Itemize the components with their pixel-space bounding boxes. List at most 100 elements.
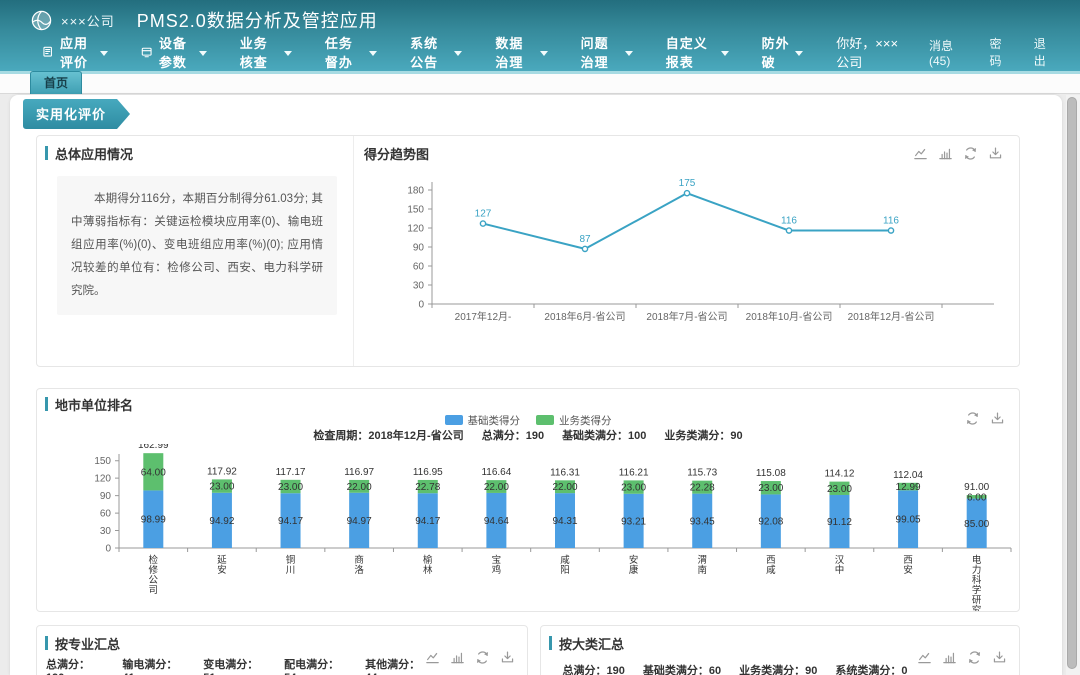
app-header: ×××公司 PMS2.0数据分析及管控应用 应用评价设备参数业务核查任务督办系统… xyxy=(0,0,1080,74)
messages-link[interactable]: 消息(45) xyxy=(929,37,963,68)
svg-text:6.00: 6.00 xyxy=(967,492,987,503)
nav-item-app-evaluation[interactable]: 应用评价 xyxy=(42,33,108,71)
svg-text:92.08: 92.08 xyxy=(758,517,783,528)
legend-swatch xyxy=(536,415,554,425)
svg-text:22.28: 22.28 xyxy=(690,483,715,494)
password-link[interactable]: 密码 xyxy=(989,35,1007,69)
svg-text:116.31: 116.31 xyxy=(550,467,580,478)
trend-line-chart[interactable]: 03060901201501801272017年12月-872018年6月-省公… xyxy=(354,168,1014,336)
download-icon[interactable] xyxy=(990,411,1005,426)
bar-chart-icon[interactable] xyxy=(938,146,953,161)
svg-text:94.92: 94.92 xyxy=(209,516,234,527)
tab-bar: 首页 xyxy=(0,74,1080,94)
svg-text:2018年7月-省公司: 2018年7月-省公司 xyxy=(646,310,727,323)
ranking-toolbar xyxy=(965,411,1005,426)
chevron-down-icon xyxy=(454,51,462,56)
svg-text:22.00: 22.00 xyxy=(552,482,577,493)
svg-text:116.21: 116.21 xyxy=(619,467,649,478)
panel-city-ranking: 地市单位排名 基础类得分业务类得分 检查周期：2018年12月-省公司总满分：1… xyxy=(36,388,1020,612)
svg-text:64.00: 64.00 xyxy=(141,467,166,478)
ranking-subtitle: 检查周期：2018年12月-省公司总满分：190基础类满分：100业务类满分：9… xyxy=(37,427,1019,442)
nav-item-device-params[interactable]: 设备参数 xyxy=(141,33,207,71)
overview-title: 总体应用情况 xyxy=(55,144,133,163)
logout-link[interactable]: 退出 xyxy=(1034,35,1052,69)
section-badge: 实用化评价 xyxy=(23,99,130,129)
legend-item[interactable]: 基础类得分 xyxy=(445,413,521,428)
scrollbar-thumb[interactable] xyxy=(1067,97,1077,669)
legend-item[interactable]: 业务类得分 xyxy=(536,413,612,428)
svg-text:116: 116 xyxy=(883,216,899,227)
nav-item-system-notice[interactable]: 系统公告 xyxy=(410,33,462,71)
svg-text:咸阳: 咸阳 xyxy=(560,554,570,576)
svg-text:94.64: 94.64 xyxy=(484,516,509,527)
svg-text:榆林: 榆林 xyxy=(423,554,433,576)
ranking-stacked-bar-chart[interactable]: 0306090120150162.9964.0098.99检修公司117.922… xyxy=(37,444,1019,612)
line-chart-icon[interactable] xyxy=(917,650,932,665)
svg-text:98.99: 98.99 xyxy=(141,515,166,526)
nav-item-data-governance[interactable]: 数据治理 xyxy=(495,33,547,71)
legend-swatch xyxy=(445,415,463,425)
svg-text:2018年6月-省公司: 2018年6月-省公司 xyxy=(544,310,625,323)
bar-chart-icon[interactable] xyxy=(450,650,465,665)
svg-text:91.12: 91.12 xyxy=(827,517,852,528)
refresh-icon[interactable] xyxy=(967,650,982,665)
svg-text:30: 30 xyxy=(413,281,425,292)
svg-text:60: 60 xyxy=(100,509,112,520)
bar-chart-icon[interactable] xyxy=(942,650,957,665)
nav-item-anti-external-damage[interactable]: 防外破 xyxy=(762,33,804,71)
stat-pair: 基础类满分：100 xyxy=(562,427,646,443)
svg-text:120: 120 xyxy=(407,224,424,235)
svg-text:116.95: 116.95 xyxy=(413,467,443,478)
by-category-toolbar xyxy=(917,650,1007,665)
tab-home[interactable]: 首页 xyxy=(30,71,82,94)
svg-text:西咸: 西咸 xyxy=(766,555,776,576)
download-icon[interactable] xyxy=(988,146,1003,161)
refresh-icon[interactable] xyxy=(965,411,980,426)
trend-toolbar xyxy=(913,146,1003,161)
nav-item-task-supervision[interactable]: 任务督办 xyxy=(325,33,377,71)
chevron-down-icon xyxy=(540,51,548,56)
chevron-down-icon xyxy=(795,51,803,56)
nav-item-business-check[interactable]: 业务核查 xyxy=(240,33,292,71)
main-nav: 应用评价设备参数业务核查任务督办系统公告数据治理问题治理自定义报表防外破 你好，… xyxy=(0,36,1080,68)
svg-text:22.00: 22.00 xyxy=(347,482,372,493)
stat-pair: 业务类满分：90 xyxy=(664,427,742,443)
svg-text:0: 0 xyxy=(105,544,111,555)
stat-pair: 输电满分：41 xyxy=(122,656,185,675)
svg-text:175: 175 xyxy=(679,178,696,189)
user-greeting: 你好，×××公司 xyxy=(836,33,903,71)
svg-text:2018年12月-省公司: 2018年12月-省公司 xyxy=(848,310,935,323)
chevron-down-icon xyxy=(199,51,207,56)
chevron-down-icon xyxy=(625,51,633,56)
chevron-down-icon xyxy=(100,51,108,56)
by-category-title: 按大类汇总 xyxy=(559,634,624,653)
svg-text:99.05: 99.05 xyxy=(896,515,921,526)
svg-text:117.92: 117.92 xyxy=(207,466,237,477)
svg-text:延安: 延安 xyxy=(217,554,227,576)
svg-text:23.00: 23.00 xyxy=(209,482,234,493)
svg-text:23.00: 23.00 xyxy=(621,483,646,494)
device-icon xyxy=(141,46,154,59)
company-name: ×××公司 xyxy=(61,11,115,30)
nav-item-problem-governance[interactable]: 问题治理 xyxy=(581,33,633,71)
svg-text:铜川: 铜川 xyxy=(286,554,296,576)
download-icon[interactable] xyxy=(500,650,515,665)
stat-pair: 总满分：190 xyxy=(46,656,104,675)
panel-overview-trend: 总体应用情况 本期得分116分，本期百分制得分61.03分; 其中薄弱指标有：关… xyxy=(36,135,1020,367)
download-icon[interactable] xyxy=(992,650,1007,665)
refresh-icon[interactable] xyxy=(963,146,978,161)
svg-text:116: 116 xyxy=(781,216,797,227)
svg-text:150: 150 xyxy=(407,205,424,216)
line-chart-icon[interactable] xyxy=(913,146,928,161)
document-icon xyxy=(42,46,55,59)
svg-text:商洛: 商洛 xyxy=(354,554,364,576)
line-chart-icon[interactable] xyxy=(425,650,440,665)
svg-text:23.00: 23.00 xyxy=(827,484,852,495)
stat-pair: 总满分：190 xyxy=(563,662,625,675)
by-specialty-title: 按专业汇总 xyxy=(55,634,120,653)
nav-item-custom-report[interactable]: 自定义报表 xyxy=(666,33,729,71)
stat-pair: 系统类满分：0 xyxy=(835,662,907,675)
svg-text:12.99: 12.99 xyxy=(896,482,921,493)
stat-pair: 变电满分：51 xyxy=(203,656,266,675)
refresh-icon[interactable] xyxy=(475,650,490,665)
